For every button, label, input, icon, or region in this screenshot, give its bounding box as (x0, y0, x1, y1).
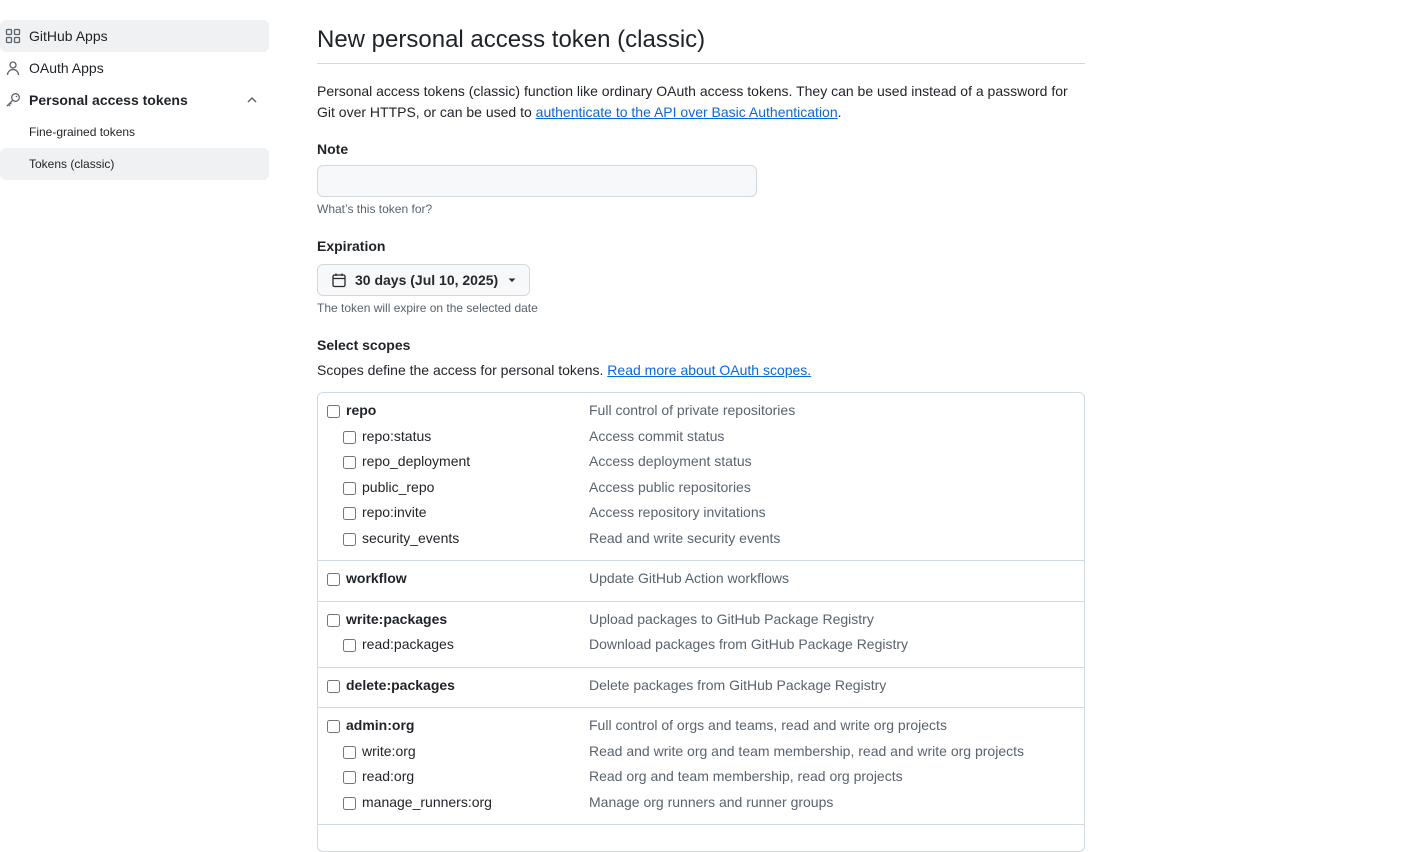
scope-description: Manage org runners and runner groups (589, 793, 834, 810)
sidebar-item-github-apps[interactable]: GitHub Apps (0, 20, 269, 52)
person-icon (5, 60, 21, 76)
scope-description: Access commit status (589, 427, 725, 444)
sidebar-item-label: GitHub Apps (29, 28, 108, 44)
sub-scope-row: read:org Read org and team membership, re… (318, 767, 1084, 793)
expiration-value: 30 days (Jul 10, 2025) (355, 272, 499, 288)
sidebar-item-label: Tokens (classic) (29, 157, 115, 171)
sub-scope-row: manage_runners:org Manage org runners and… (318, 793, 1084, 819)
scope-description: Full control of orgs and teams, read and… (589, 717, 947, 733)
scope-checkbox[interactable] (343, 430, 356, 444)
scope-name[interactable]: public_repo (362, 479, 434, 495)
scope-row: admin:org Full control of orgs and teams,… (318, 716, 1084, 742)
scope-name[interactable]: write:packages (346, 611, 447, 627)
sub-scope-row: write:org Read and write org and team mem… (318, 742, 1084, 768)
scope-name[interactable]: repo:invite (362, 504, 427, 520)
scope-name[interactable]: repo:status (362, 428, 431, 444)
scope-row: write:packages Upload packages to GitHub … (318, 610, 1084, 636)
scope-description: Access deployment status (589, 453, 752, 469)
intro-end: . (837, 104, 842, 120)
scope-name[interactable]: security_events (362, 530, 459, 546)
scope-checkbox[interactable] (343, 507, 356, 520)
scope-description: Upload packages to GitHub Package Regist… (589, 610, 874, 627)
apps-grid-icon (5, 28, 21, 44)
scope-checkbox[interactable] (327, 679, 340, 693)
sidebar-item-fine-grained-tokens[interactable]: Fine-grained tokens (0, 116, 269, 148)
sub-scope-row: repo:status Access commit status (318, 427, 1084, 453)
key-icon (5, 92, 21, 108)
scope-name[interactable]: workflow (346, 570, 407, 586)
chevron-up-icon[interactable] (244, 92, 260, 108)
expiration-select[interactable]: 30 days (Jul 10, 2025) (317, 264, 530, 296)
sidebar-item-tokens-classic[interactable]: Tokens (classic) (0, 148, 269, 180)
scopes-list: repo Full control of private repositories… (317, 392, 1085, 852)
sub-scope-row: read:packages Download packages from GitH… (318, 635, 1084, 661)
scope-group-repo: repo Full control of private repositories… (318, 393, 1084, 561)
scope-name[interactable]: read:packages (362, 636, 454, 652)
scope-name[interactable]: admin:org (346, 717, 414, 733)
sub-scope-row: repo_deployment Access deployment status (318, 452, 1084, 478)
scope-description: Read org and team membership, read org p… (589, 768, 903, 784)
sidebar-item-label: OAuth Apps (29, 60, 104, 76)
note-input[interactable] (317, 165, 757, 197)
scope-description: Read and write org and team membership, … (589, 742, 1024, 759)
triangle-down-icon (504, 272, 520, 288)
scopes-description-text: Scopes define the access for personal to… (317, 362, 604, 378)
scope-name[interactable]: delete:packages (346, 677, 455, 693)
scope-group-write-packages: write:packages Upload packages to GitHub … (318, 602, 1084, 668)
scope-name[interactable]: repo_deployment (362, 453, 470, 469)
sidebar-item-oauth-apps[interactable]: OAuth Apps (0, 52, 269, 84)
scope-checkbox[interactable] (343, 532, 356, 546)
sidebar-item-personal-access-tokens[interactable]: Personal access tokens (0, 84, 269, 116)
scope-row: repo Full control of private repositories (318, 401, 1084, 427)
scope-checkbox[interactable] (343, 771, 356, 784)
scopes-description: Scopes define the access for personal to… (317, 362, 811, 378)
scope-description: Update GitHub Action workflows (589, 570, 789, 586)
expiration-hint: The token will expire on the selected da… (317, 301, 538, 315)
note-label: Note (317, 141, 349, 157)
scope-checkbox[interactable] (343, 796, 356, 810)
scope-name[interactable]: read:org (362, 768, 414, 784)
scope-checkbox[interactable] (327, 720, 340, 733)
scope-row: delete:packages Delete packages from GitH… (318, 676, 1084, 702)
expiration-label: Expiration (317, 238, 386, 254)
sub-scope-row: security_events Read and write security e… (318, 529, 1084, 555)
note-hint: What’s this token for? (317, 202, 433, 216)
scope-checkbox[interactable] (343, 456, 356, 469)
scope-description: Delete packages from GitHub Package Regi… (589, 676, 887, 693)
scope-checkbox[interactable] (327, 573, 340, 586)
scope-description: Download packages from GitHub Package Re… (589, 636, 909, 652)
scope-name[interactable]: write:org (362, 743, 416, 759)
scopes-label: Select scopes (317, 337, 411, 353)
intro-text: Personal access tokens (classic) functio… (317, 81, 1085, 123)
scope-checkbox[interactable] (327, 405, 340, 418)
scope-group-delete-packages: delete:packages Delete packages from GitH… (318, 668, 1084, 708)
scope-checkbox[interactable] (327, 613, 340, 627)
divider (317, 63, 1085, 64)
scope-name[interactable]: manage_runners:org (362, 794, 492, 810)
scope-description: Access repository invitations (589, 504, 766, 520)
scope-description: Read and write security events (589, 529, 781, 546)
sub-scope-row: public_repo Access public repositories (318, 478, 1084, 504)
basic-auth-link[interactable]: authenticate to the API over Basic Authe… (536, 104, 838, 120)
scope-description: Access public repositories (589, 478, 751, 495)
scope-group-workflow: workflow Update GitHub Action workflows (318, 561, 1084, 602)
scope-checkbox[interactable] (343, 481, 356, 495)
calendar-icon (331, 272, 347, 288)
sidebar-item-label: Fine-grained tokens (29, 125, 136, 139)
settings-sidebar: GitHub Apps OAuth Apps Personal access t… (0, 20, 269, 180)
scope-checkbox[interactable] (343, 745, 356, 759)
sub-scope-row: repo:invite Access repository invitations (318, 503, 1084, 529)
scope-group-admin-org: admin:org Full control of orgs and teams,… (318, 708, 1084, 825)
scope-row: workflow Update GitHub Action workflows (318, 569, 1084, 595)
scope-checkbox[interactable] (343, 639, 356, 652)
scope-description: Full control of private repositories (589, 402, 796, 418)
page-title: New personal access token (classic) (317, 26, 706, 53)
sidebar-item-label: Personal access tokens (29, 92, 188, 108)
oauth-scopes-link[interactable]: Read more about OAuth scopes. (607, 362, 811, 378)
scope-name[interactable]: repo (346, 402, 376, 418)
